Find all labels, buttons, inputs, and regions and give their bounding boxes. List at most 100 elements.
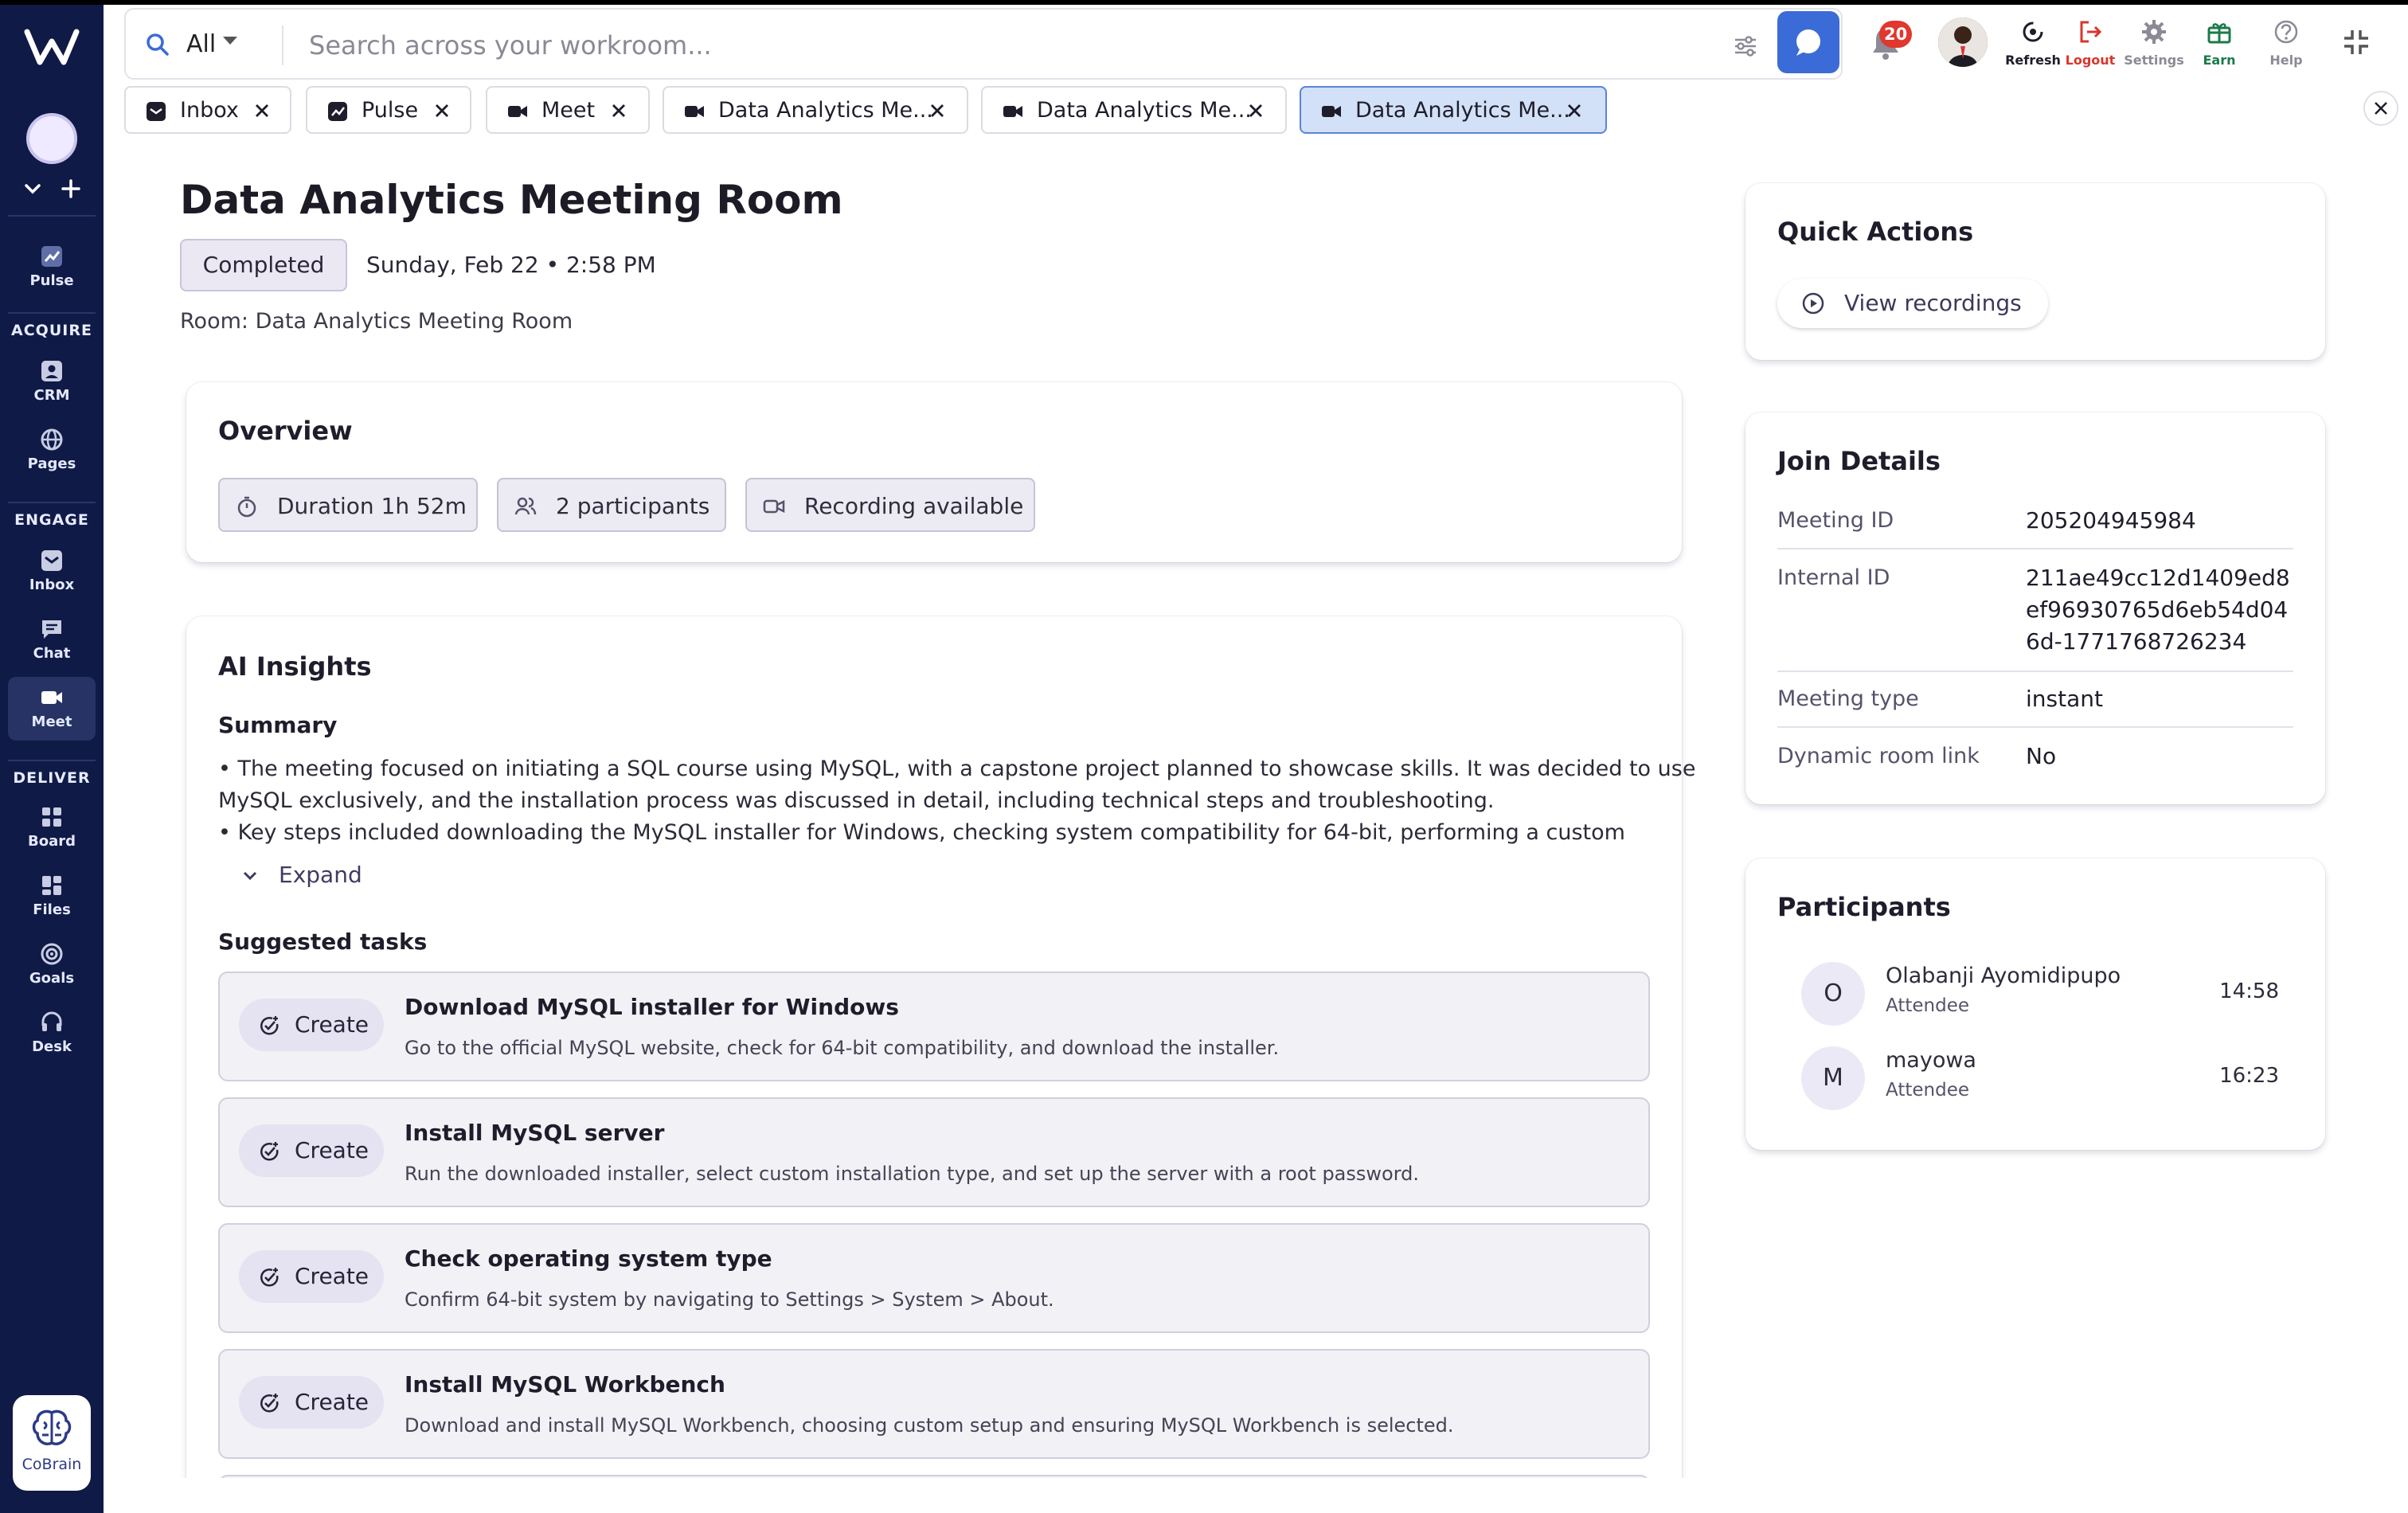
close-icon[interactable] <box>1564 100 1585 121</box>
globe-icon <box>41 428 63 451</box>
workroom-logo-icon[interactable] <box>24 27 80 67</box>
search-submit-button[interactable] <box>1777 11 1839 73</box>
close-icon[interactable] <box>252 100 272 121</box>
video-icon <box>1322 106 1341 117</box>
search-icon <box>147 33 169 56</box>
tab-meet[interactable]: Meet <box>486 86 650 134</box>
tab-inbox[interactable]: Inbox <box>124 86 291 134</box>
task-title: Download MySQL installer for Windows <box>405 994 899 1020</box>
recording-status-text: Recording available <box>804 493 1024 519</box>
headset-icon <box>41 1011 62 1031</box>
create-task-button[interactable]: Create <box>239 1250 384 1303</box>
create-task-button[interactable]: Create <box>239 999 384 1051</box>
video-icon <box>685 106 704 117</box>
chat-icon <box>42 620 61 639</box>
sidebar-item-meet[interactable]: Meet <box>8 677 96 741</box>
chevron-down-icon[interactable] <box>223 37 237 45</box>
view-recordings-button[interactable]: View recordings <box>1777 279 2048 328</box>
sidebar-item-inbox[interactable]: Inbox <box>8 540 96 604</box>
summary-line: • The meeting focused on initiating a SQ… <box>218 756 1696 781</box>
target-icon <box>41 943 63 965</box>
collapse-icon[interactable] <box>2341 27 2371 57</box>
settings-label: Settings <box>2124 53 2184 68</box>
join-detail-row: Dynamic room link No <box>1777 743 2293 782</box>
suggested-tasks-heading: Suggested tasks <box>218 929 428 955</box>
participant-name: Olabanji Ayomidipupo <box>1886 964 2121 988</box>
meeting-datetime: Sunday, Feb 22 • 2:58 PM <box>366 252 656 278</box>
add-workspace-icon[interactable] <box>59 177 83 201</box>
participant-row[interactable]: O Olabanji Ayomidipupo Attendee 14:58 <box>1801 959 2279 1030</box>
pulse-icon <box>41 246 62 267</box>
tab-label: Data Analytics Me... <box>1037 98 1252 123</box>
tab-label: Meet <box>541 98 596 123</box>
tab-data-analytics-3[interactable]: Data Analytics Me... <box>1300 86 1607 134</box>
close-icon <box>2375 102 2387 115</box>
sidebar-item-crm[interactable]: CRM <box>8 350 96 414</box>
participant-name: mayowa <box>1886 1048 1976 1073</box>
play-circle-icon <box>1802 292 1824 315</box>
detail-key: Dynamic room link <box>1777 744 1980 768</box>
settings-button[interactable]: Settings <box>2118 18 2190 68</box>
sidebar-item-chat[interactable]: Chat <box>8 608 96 672</box>
tab-label: Inbox <box>180 98 239 123</box>
sidebar-divider <box>8 502 96 503</box>
refresh-icon <box>2023 22 2043 42</box>
task-card: Create Download MySQL installer for Wind… <box>218 972 1650 1081</box>
participant-time: 14:58 <box>2219 979 2279 1003</box>
task-description: Run the downloaded installer, select cus… <box>405 1163 1420 1185</box>
earn-button[interactable]: Earn <box>2183 18 2255 68</box>
close-icon[interactable] <box>1245 100 1266 121</box>
task-add-icon <box>260 1268 279 1287</box>
sidebar-item-goals[interactable]: Goals <box>8 933 96 997</box>
users-icon <box>514 497 537 515</box>
close-icon[interactable] <box>608 100 629 121</box>
task-card: Create Check operating system type Confi… <box>218 1223 1650 1333</box>
cobrain-button[interactable]: CoBrain <box>13 1395 91 1491</box>
detail-key: Internal ID <box>1777 565 1890 590</box>
close-icon[interactable] <box>432 100 452 121</box>
sidebar-item-label: Meet <box>31 713 72 730</box>
user-avatar[interactable] <box>1938 18 1988 67</box>
participants-chip: 2 participants <box>497 478 726 532</box>
status-badge: Completed <box>180 239 347 291</box>
tab-pulse[interactable]: Pulse <box>306 86 471 134</box>
timer-icon <box>237 496 256 518</box>
duration-chip: Duration 1h 52m <box>218 478 478 532</box>
sidebar-item-pulse[interactable]: Pulse <box>8 236 96 299</box>
expand-label: Expand <box>279 862 362 888</box>
create-task-button[interactable]: Create <box>239 1376 384 1429</box>
participant-avatar: O <box>1801 962 1865 1026</box>
task-title: Install MySQL server <box>405 1120 665 1146</box>
search-scope-select[interactable]: All <box>186 30 216 58</box>
sidebar-item-label: Chat <box>33 645 71 662</box>
board-icon <box>42 807 61 827</box>
sidebar-item-files[interactable]: Files <box>8 865 96 929</box>
create-task-button[interactable]: Create <box>239 1124 384 1177</box>
sidebar-item-board[interactable]: Board <box>8 796 96 860</box>
sidebar-item-pages[interactable]: Pages <box>8 419 96 483</box>
close-icon[interactable] <box>927 100 948 121</box>
tab-data-analytics-2[interactable]: Data Analytics Me... <box>981 86 1287 134</box>
participant-row[interactable]: M mayowa Attendee 16:23 <box>1801 1043 2279 1115</box>
video-icon <box>1003 106 1022 117</box>
overview-heading: Overview <box>218 416 353 446</box>
brain-icon <box>32 1409 72 1445</box>
sidebar-item-desk[interactable]: Desk <box>8 1002 96 1065</box>
help-icon <box>2274 20 2298 44</box>
logout-button[interactable]: Logout <box>2054 18 2126 68</box>
search-input[interactable] <box>309 27 1742 64</box>
chevron-down-icon[interactable] <box>21 177 45 201</box>
video-icon <box>41 691 62 704</box>
close-all-tabs-button[interactable] <box>2363 91 2398 126</box>
workspace-avatar[interactable] <box>26 113 77 164</box>
help-button[interactable]: Help <box>2250 18 2322 68</box>
task-add-icon <box>260 1394 279 1413</box>
gift-icon <box>2207 23 2231 44</box>
sidebar-item-label: Pages <box>27 455 76 472</box>
filter-sliders-icon[interactable] <box>1731 32 1760 61</box>
duration-text: Duration 1h 52m <box>277 493 467 519</box>
pulse-icon <box>328 102 347 121</box>
tab-data-analytics-1[interactable]: Data Analytics Me... <box>663 86 968 134</box>
sidebar-item-label: Inbox <box>29 577 75 593</box>
section-label-engage: ENGAGE <box>14 511 89 529</box>
